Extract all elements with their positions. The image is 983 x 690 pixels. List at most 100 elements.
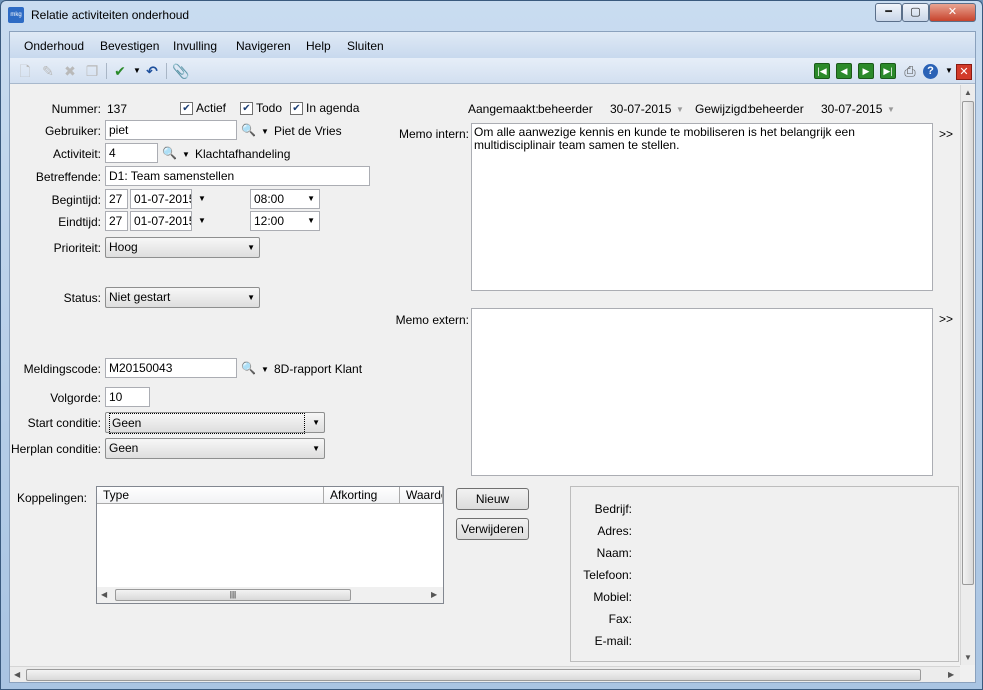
begintijd-time-select[interactable]: 08:00 ▼ [250,189,320,209]
minimize-button[interactable]: ━ [875,3,902,22]
new-icon[interactable]: 🗋 [16,62,34,80]
scroll-right-icon[interactable]: ▶ [431,590,437,599]
grid-horizontal-scrollbar[interactable]: ◀ ||| ▶ [97,587,443,603]
bedrijf-label: Bedrijf: [594,502,632,516]
nummer-value: 137 [107,102,128,116]
chevron-down-icon[interactable]: ▼ [312,413,320,432]
confirm-icon[interactable]: ✔ [111,62,129,80]
chevron-down-icon[interactable]: ▼ [247,288,255,307]
eindtijd-week-input[interactable]: 27 [105,211,128,231]
begintijd-time-value: 08:00 [254,192,285,206]
menu-bevestigen[interactable]: Bevestigen [100,39,159,53]
title-bar[interactable]: mkg Relatie activiteiten onderhoud ━ ▢ ✕ [1,1,982,31]
menu-navigeren[interactable]: Navigeren [236,39,291,53]
betreffende-input[interactable]: D1: Team samenstellen [105,166,370,186]
volgorde-input[interactable]: 10 [105,387,150,407]
gebruiker-input[interactable]: piet [105,120,237,140]
menu-onderhoud[interactable]: Onderhoud [24,39,84,53]
betreffende-label: Betreffende: [35,170,101,184]
scroll-right-icon[interactable]: ▶ [948,670,954,679]
begintijd-week-input[interactable]: 27 [105,189,128,209]
column-header-afkorting[interactable]: Afkorting [324,487,400,504]
start-conditie-select[interactable]: Geen ▼ [105,412,325,434]
chevron-down-icon[interactable]: ▼ [307,212,315,230]
memo-extern-expand-button[interactable]: >> [939,312,953,326]
window-close-button[interactable]: ✕ [929,3,976,22]
vertical-scrollbar[interactable]: ▲ ▼ [960,85,975,665]
herplan-conditie-select[interactable]: Geen ▼ [105,438,325,459]
menu-invulling[interactable]: Invulling [173,39,217,53]
herplan-conditie-label: Herplan conditie: [10,442,101,456]
horizontal-scrollbar[interactable]: ◀ ▶ [10,666,960,682]
begintijd-label: Begintijd: [51,193,101,207]
chevron-down-icon[interactable]: ▼ [312,439,320,458]
copy-icon[interactable]: ❐ [83,62,101,80]
prioriteit-value: Hoog [109,240,138,254]
edit-icon[interactable]: ✎ [39,62,57,80]
in-agenda-checkbox[interactable]: ✔ [290,102,303,115]
meldingscode-input[interactable]: M20150043 [105,358,237,378]
actief-checkbox[interactable]: ✔ [180,102,193,115]
search-icon[interactable]: 🔍 [162,146,177,160]
naam-label: Naam: [596,546,632,560]
eindtijd-time-select[interactable]: 12:00 ▼ [250,211,320,231]
close-form-icon[interactable]: ✕ [956,64,972,80]
verwijderen-button[interactable]: Verwijderen [456,518,529,540]
memo-extern-textarea[interactable] [471,308,933,476]
scroll-up-icon[interactable]: ▲ [964,88,972,97]
gebruiker-name: Piet de Vries [274,124,342,138]
scroll-left-icon[interactable]: ◀ [101,590,107,599]
first-record-icon[interactable]: |◀ [814,63,830,79]
eindtijd-date-input[interactable]: 01-07-2015 [130,211,192,231]
memo-intern-expand-button[interactable]: >> [939,127,953,141]
todo-checkbox[interactable]: ✔ [240,102,253,115]
meldingscode-name: 8D-rapport Klant [274,362,363,376]
nieuw-button[interactable]: Nieuw [456,488,529,510]
gewijzigd-label: Gewijzigd: [695,102,751,116]
status-label: Status: [63,291,101,305]
search-icon[interactable]: 🔍 [241,361,256,375]
column-header-type[interactable]: Type [97,487,324,504]
status-select[interactable]: Niet gestart ▼ [105,287,260,308]
menu-bar: Onderhoud Bevestigen Invulling Navigeren… [10,32,975,58]
vertical-scrollbar-thumb[interactable] [962,101,974,585]
grid-scrollbar-thumb[interactable]: ||| [115,589,351,601]
column-header-waarde[interactable]: Waarde [400,487,443,504]
chevron-down-icon[interactable]: ▼ [261,127,269,136]
delete-icon[interactable]: ✖ [61,62,79,80]
chevron-down-icon[interactable]: ▼ [261,365,269,374]
last-record-icon[interactable]: ▶| [880,63,896,79]
volgorde-label: Volgorde: [50,391,101,405]
horizontal-scrollbar-thumb[interactable] [26,669,921,681]
toolbar: 🗋 ✎ ✖ ❐ ✔ ▼ ↶ 📎 |◀ ◀ ▶ ▶| ⎙ ? ▼ ✕ [10,58,975,84]
undo-icon[interactable]: ↶ [143,62,161,80]
prioriteit-select[interactable]: Hoog ▼ [105,237,260,258]
mobiel-label: Mobiel: [593,590,632,604]
menu-sluiten[interactable]: Sluiten [347,39,384,53]
print-icon[interactable]: ⎙ [901,62,919,80]
start-conditie-value: Geen [109,413,305,434]
chevron-down-icon[interactable]: ▼ [198,216,206,225]
scroll-left-icon[interactable]: ◀ [14,670,20,679]
attach-icon[interactable]: 📎 [172,62,190,80]
chevron-down-icon[interactable]: ▼ [182,150,190,159]
start-conditie-label: Start conditie: [27,416,101,430]
status-value: Niet gestart [109,290,171,304]
menu-help[interactable]: Help [306,39,331,53]
chevron-down-icon[interactable]: ▼ [198,194,206,203]
app-logo-icon: mkg [8,7,24,23]
begintijd-date-input[interactable]: 01-07-2015 [130,189,192,209]
toolbar-separator [166,63,167,79]
search-icon[interactable]: 🔍 [241,123,256,137]
help-icon[interactable]: ? [923,64,938,79]
chevron-down-icon[interactable]: ▼ [247,238,255,257]
memo-intern-label: Memo intern: [398,127,469,141]
eindtijd-time-value: 12:00 [254,214,285,228]
scroll-down-icon[interactable]: ▼ [964,653,972,662]
activiteit-input[interactable]: 4 [105,143,158,163]
maximize-button[interactable]: ▢ [902,3,929,22]
previous-record-icon[interactable]: ◀ [836,63,852,79]
chevron-down-icon[interactable]: ▼ [307,190,315,208]
memo-intern-textarea[interactable]: Om alle aanwezige kennis en kunde te mob… [471,123,933,291]
next-record-icon[interactable]: ▶ [858,63,874,79]
